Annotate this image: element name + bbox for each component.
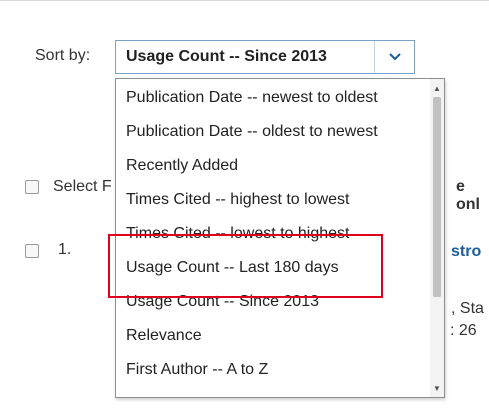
sort-dropdown-button[interactable]	[374, 41, 414, 73]
option-first-author-a-z[interactable]: First Author -- A to Z	[126, 361, 268, 379]
option-pubdate-newest[interactable]: Publication Date -- newest to oldest	[126, 89, 378, 107]
select-page-label: Select F	[53, 178, 112, 195]
scroll-down-icon[interactable]: ▼	[430, 381, 444, 395]
option-times-cited-high[interactable]: Times Cited -- highest to lowest	[126, 191, 349, 209]
dropdown-scrollbar[interactable]: ▲ ▼	[430, 79, 444, 397]
sort-options-list[interactable]: Publication Date -- newest to oldest Pub…	[115, 78, 445, 398]
top-border	[0, 0, 489, 1]
scroll-up-icon[interactable]: ▲	[430, 81, 444, 95]
option-pubdate-oldest[interactable]: Publication Date -- oldest to newest	[126, 123, 378, 141]
option-relevance[interactable]: Relevance	[126, 327, 202, 345]
toolbar-partial-text: e onl	[456, 178, 480, 213]
result-meta-partial-1: , Sta	[451, 300, 484, 317]
option-usage-since-2013[interactable]: Usage Count -- Since 2013	[126, 293, 319, 311]
result-title-partial[interactable]: stro	[451, 243, 481, 261]
result-meta-partial-2: : 26	[450, 322, 477, 339]
sort-selected-value: Usage Count -- Since 2013	[126, 48, 327, 65]
option-usage-180-days[interactable]: Usage Count -- Last 180 days	[126, 259, 339, 277]
select-all-checkbox[interactable]	[25, 180, 39, 194]
chevron-down-icon	[388, 53, 401, 61]
option-times-cited-low[interactable]: Times Cited -- lowest to highest	[126, 225, 349, 243]
result-checkbox[interactable]	[25, 244, 39, 258]
result-number: 1.	[58, 241, 72, 258]
option-recently-added[interactable]: Recently Added	[126, 157, 238, 175]
sort-select[interactable]: Usage Count -- Since 2013	[115, 40, 415, 74]
scrollbar-thumb[interactable]	[433, 97, 441, 297]
sort-by-label: Sort by:	[35, 47, 91, 64]
